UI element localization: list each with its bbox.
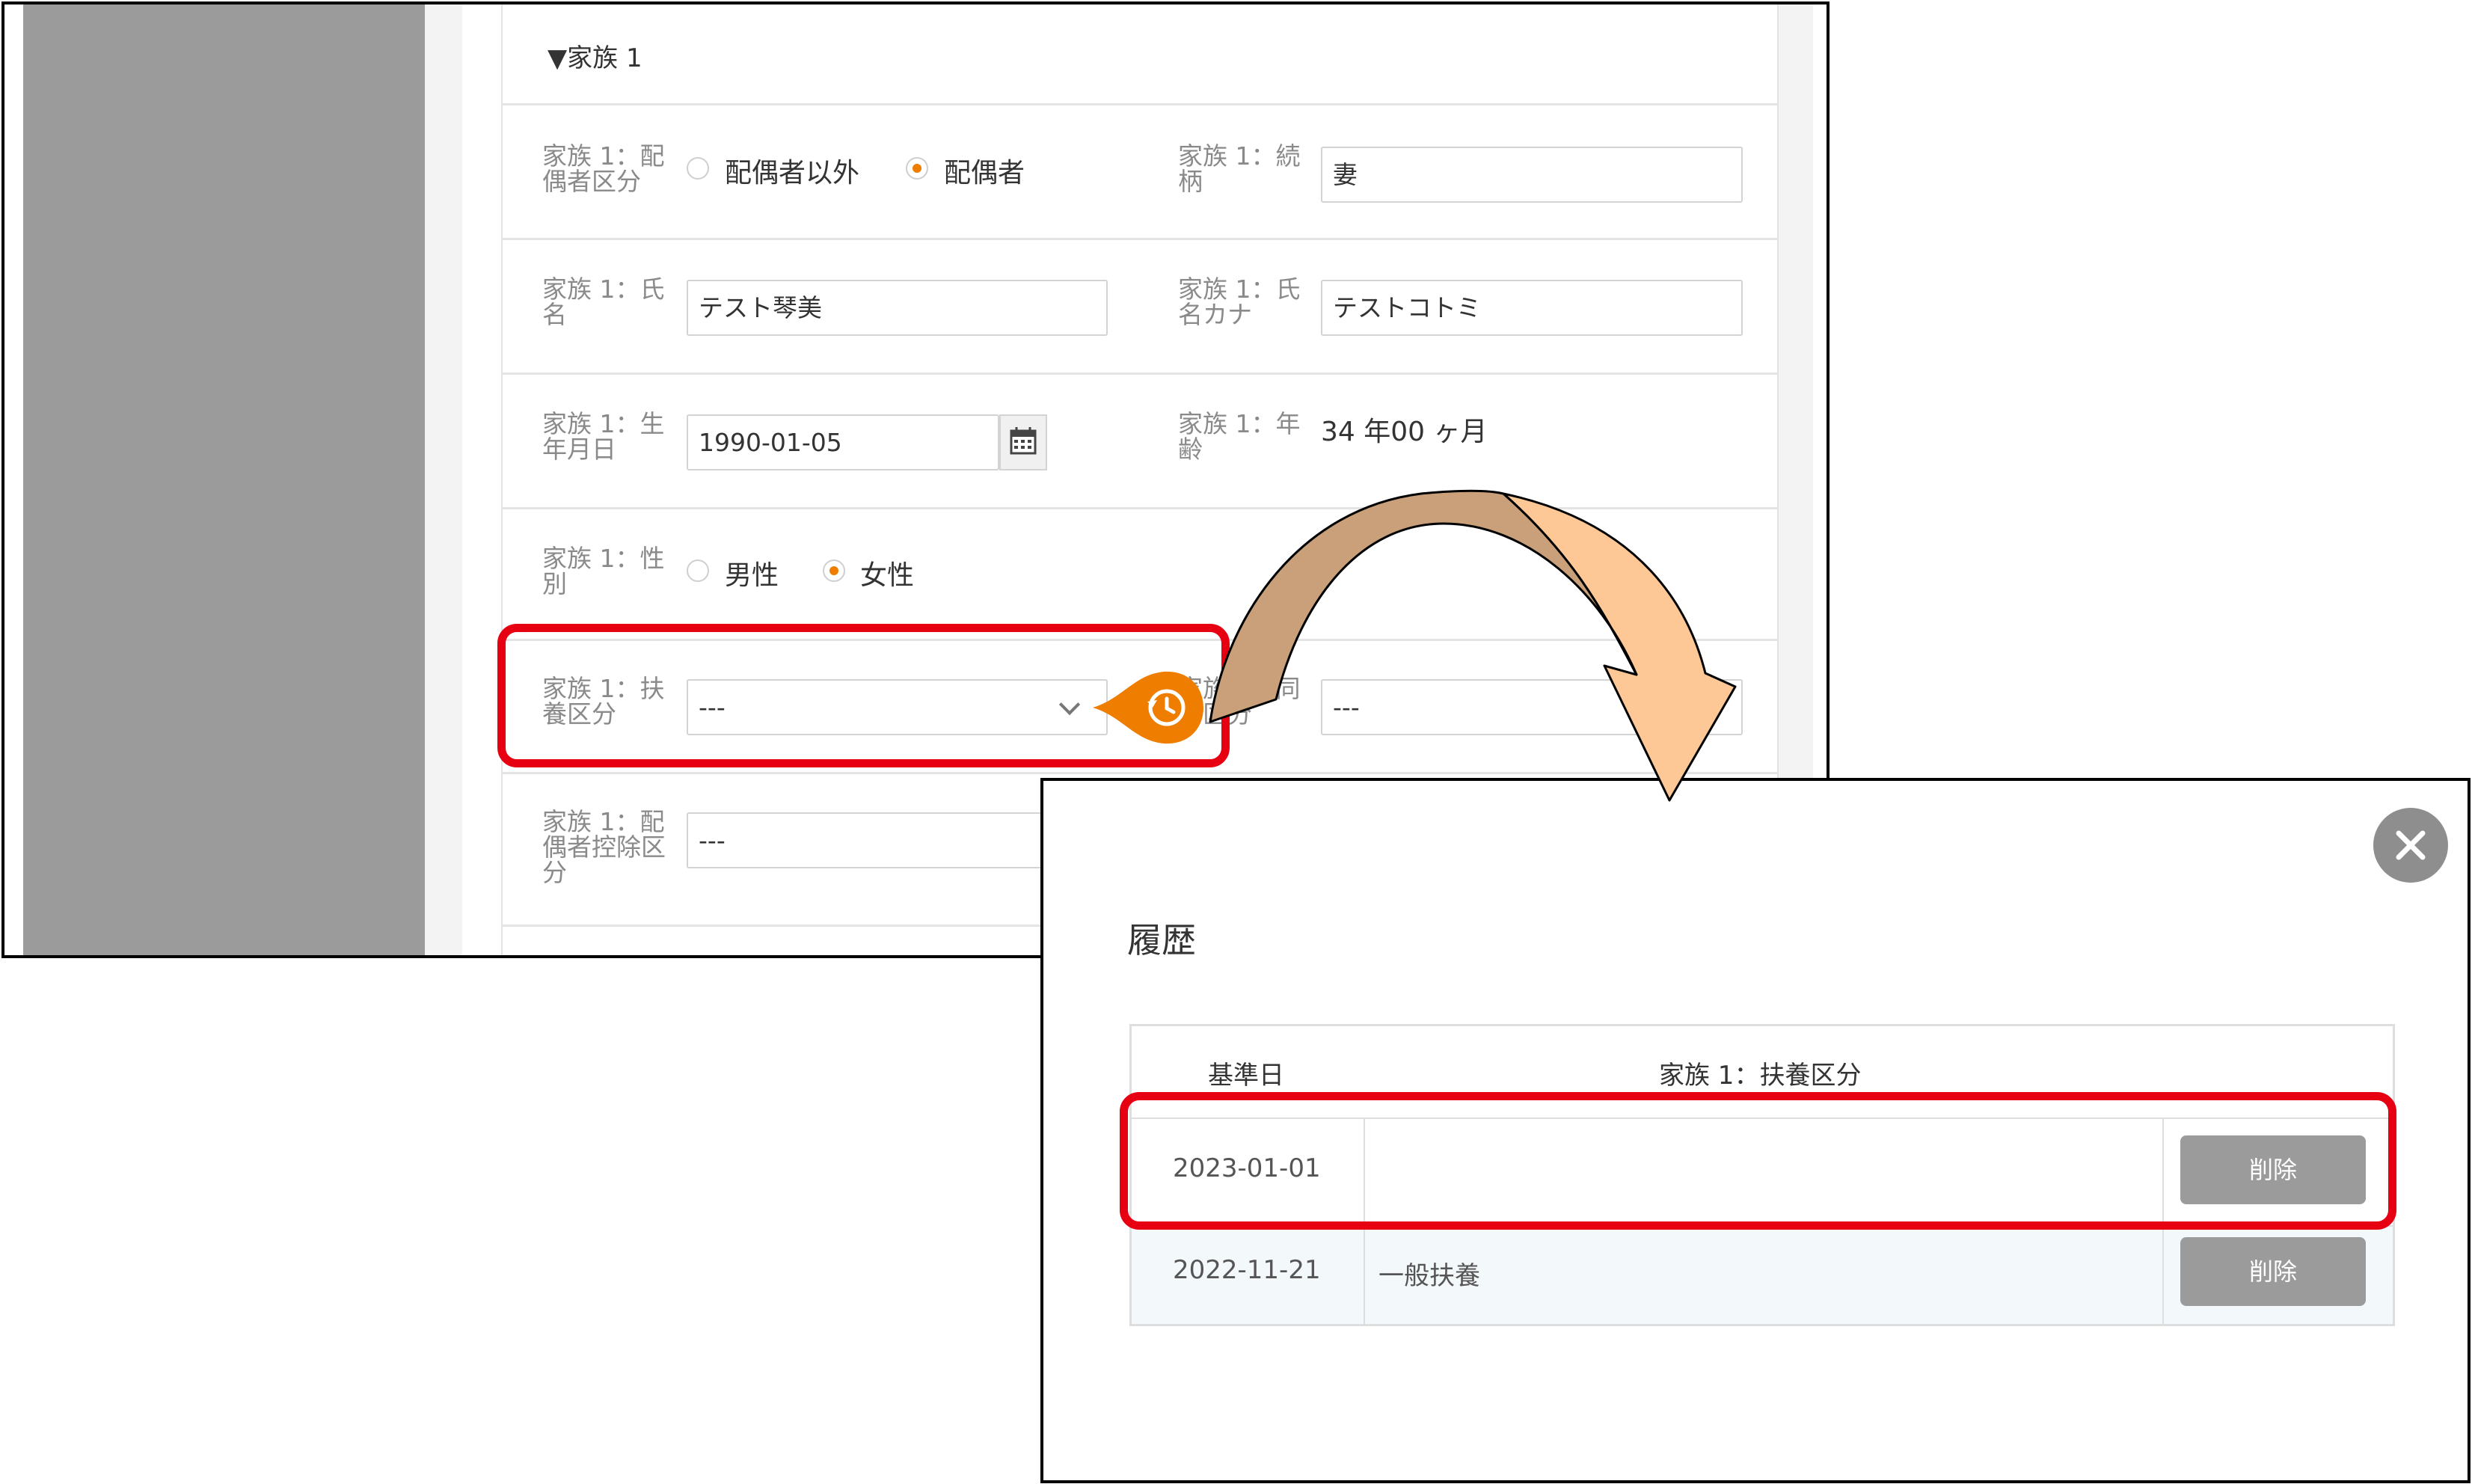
annotation-arrow [1209, 489, 1737, 802]
